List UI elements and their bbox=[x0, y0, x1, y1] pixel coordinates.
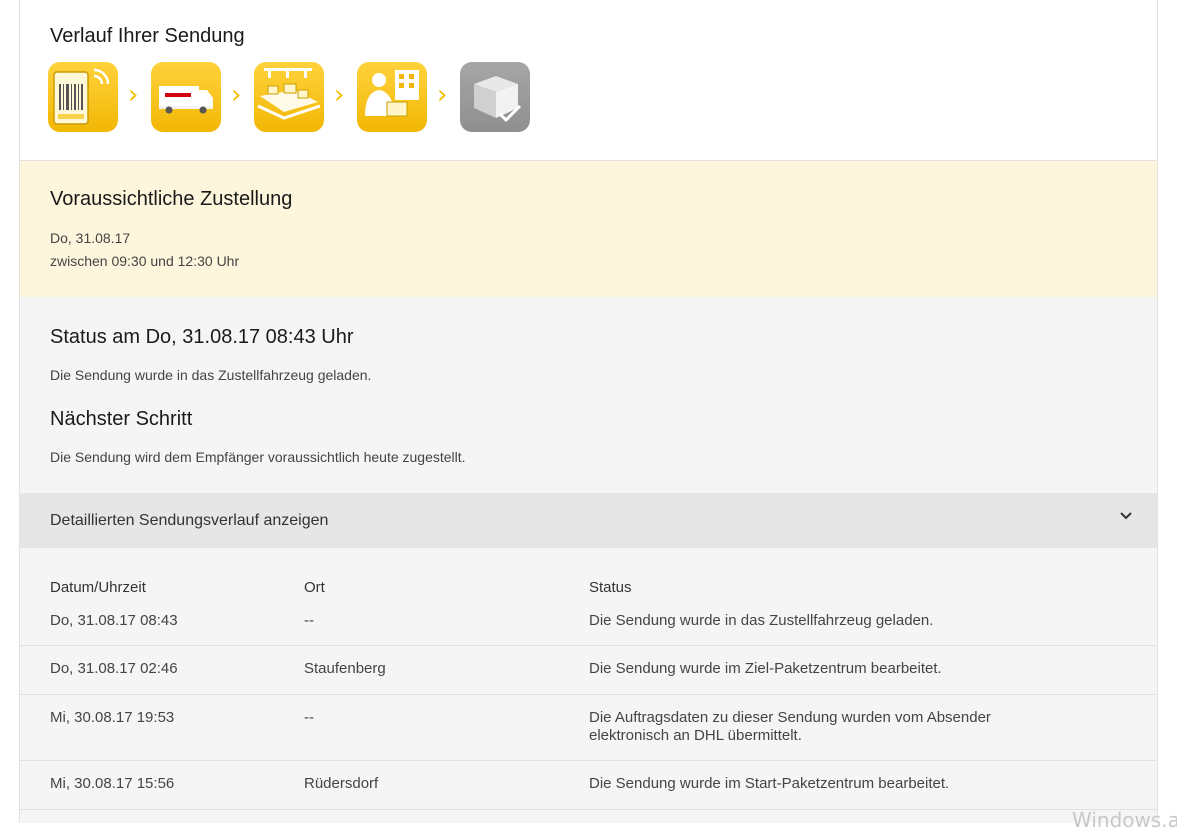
row-location: -- bbox=[304, 612, 314, 629]
table-row: Mi, 30.08.17 15:56 Rüdersdorf Die Sendun… bbox=[20, 761, 1157, 810]
chevron-right-icon: › bbox=[334, 80, 345, 110]
chevron-right-icon: › bbox=[437, 80, 448, 110]
delivery-estimate: Voraussichtliche Zustellung Do, 31.08.17… bbox=[20, 161, 1157, 297]
tracking-panel: Verlauf Ihrer Sendung › › › › Voraussich… bbox=[19, 0, 1158, 823]
history-table: Datum/Uhrzeit Ort Status Do, 31.08.17 08… bbox=[20, 548, 1157, 823]
side-area bbox=[590, 0, 1157, 160]
current-status: Status am Do, 31.08.17 08:43 Uhr Die Sen… bbox=[20, 297, 1157, 493]
estimate-title: Voraussichtliche Zustellung bbox=[50, 188, 293, 210]
status-text: Die Sendung wurde in das Zustellfahrzeug… bbox=[50, 367, 372, 383]
next-step-text: Die Sendung wird dem Empfänger voraussic… bbox=[50, 449, 466, 465]
progress-title: Verlauf Ihrer Sendung bbox=[50, 25, 245, 47]
row-datetime: Do, 31.08.17 08:43 bbox=[50, 612, 178, 629]
watermark: Windows.ak bbox=[1072, 808, 1177, 832]
history-toggle-label: Detaillierten Sendungsverlauf anzeigen bbox=[50, 512, 329, 529]
row-datetime: Do, 31.08.17 02:46 bbox=[50, 660, 178, 677]
header-location: Ort bbox=[304, 579, 325, 596]
row-location: Staufenberg bbox=[304, 660, 386, 677]
row-datetime: Mi, 30.08.17 15:56 bbox=[50, 775, 175, 792]
chevron-down-icon bbox=[1120, 512, 1132, 520]
header-datetime: Datum/Uhrzeit bbox=[50, 579, 146, 596]
table-row: Do, 31.08.17 08:43 -- Die Sendung wurde … bbox=[20, 600, 1157, 646]
courier-icon bbox=[357, 62, 427, 132]
table-row: Do, 31.08.17 02:46 Staufenberg Die Sendu… bbox=[20, 646, 1157, 695]
row-datetime: Mi, 30.08.17 19:53 bbox=[50, 709, 175, 726]
history-toggle-button[interactable]: Detaillierten Sendungsverlauf anzeigen bbox=[20, 493, 1157, 548]
row-status: Die Sendung wurde in das Zustellfahrzeug… bbox=[589, 612, 934, 629]
chevron-right-icon: › bbox=[128, 80, 139, 110]
row-location: -- bbox=[304, 709, 314, 726]
conveyor-icon bbox=[254, 62, 324, 132]
next-step-title: Nächster Schritt bbox=[50, 408, 193, 430]
row-status: Die Sendung wurde im Start-Paketzentrum … bbox=[589, 775, 950, 792]
header-status: Status bbox=[589, 579, 632, 596]
row-status: Die Sendung wurde im Ziel-Paketzentrum b… bbox=[589, 660, 942, 677]
estimate-date: Do, 31.08.17 bbox=[50, 230, 131, 246]
delivered-box-icon bbox=[460, 62, 530, 132]
parcel-label-icon bbox=[48, 62, 118, 132]
table-row: Mi, 30.08.17 19:53 -- Die Auftragsdaten … bbox=[20, 695, 1157, 761]
status-title: Status am Do, 31.08.17 08:43 Uhr bbox=[50, 326, 354, 348]
chevron-right-icon: › bbox=[231, 80, 242, 110]
truck-icon bbox=[151, 62, 221, 132]
row-status: Die Auftragsdaten zu dieser Sendung wurd… bbox=[589, 709, 991, 744]
shipment-progress: Verlauf Ihrer Sendung › › › › bbox=[20, 0, 591, 160]
estimate-window: zwischen 09:30 und 12:30 Uhr bbox=[50, 253, 240, 269]
row-location: Rüdersdorf bbox=[304, 775, 379, 792]
